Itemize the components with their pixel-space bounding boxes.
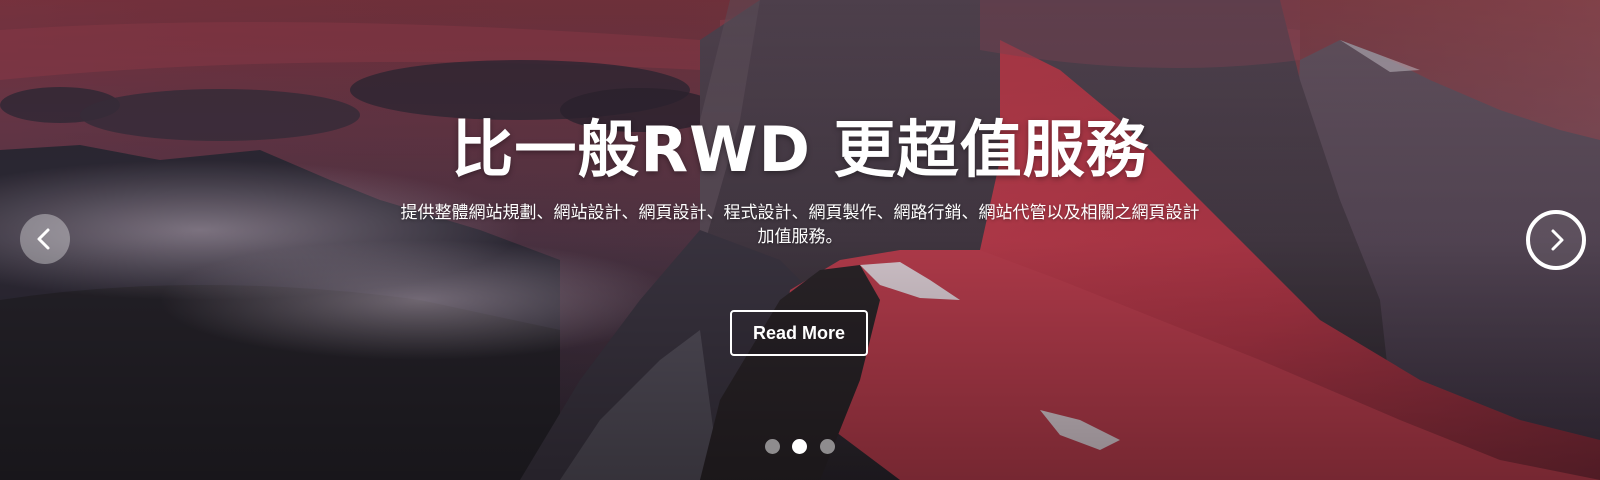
carousel-dot-3[interactable]: [820, 439, 835, 454]
carousel-prev-button[interactable]: [20, 214, 70, 264]
slide-description: 提供整體網站規劃、網站設計、網頁設計、程式設計、網頁製作、網路行銷、網站代管以及…: [400, 203, 1200, 247]
carousel-dot-1[interactable]: [765, 439, 780, 454]
chevron-right-icon: [1551, 229, 1564, 251]
carousel-pagination: [760, 439, 840, 455]
carousel-next-button[interactable]: [1526, 210, 1586, 270]
slide-caption: 比一般RWD 更超值服務 提供整體網站規劃、網站設計、網頁設計、程式設計、網頁製…: [0, 0, 1600, 480]
hero-carousel: 比一般RWD 更超值服務 提供整體網站規劃、網站設計、網頁設計、程式設計、網頁製…: [0, 0, 1600, 480]
slide-headline: 比一般RWD 更超值服務: [451, 113, 1149, 186]
read-more-button[interactable]: Read More: [730, 310, 868, 356]
chevron-left-icon: [37, 228, 50, 250]
carousel-dot-2[interactable]: [792, 439, 807, 454]
